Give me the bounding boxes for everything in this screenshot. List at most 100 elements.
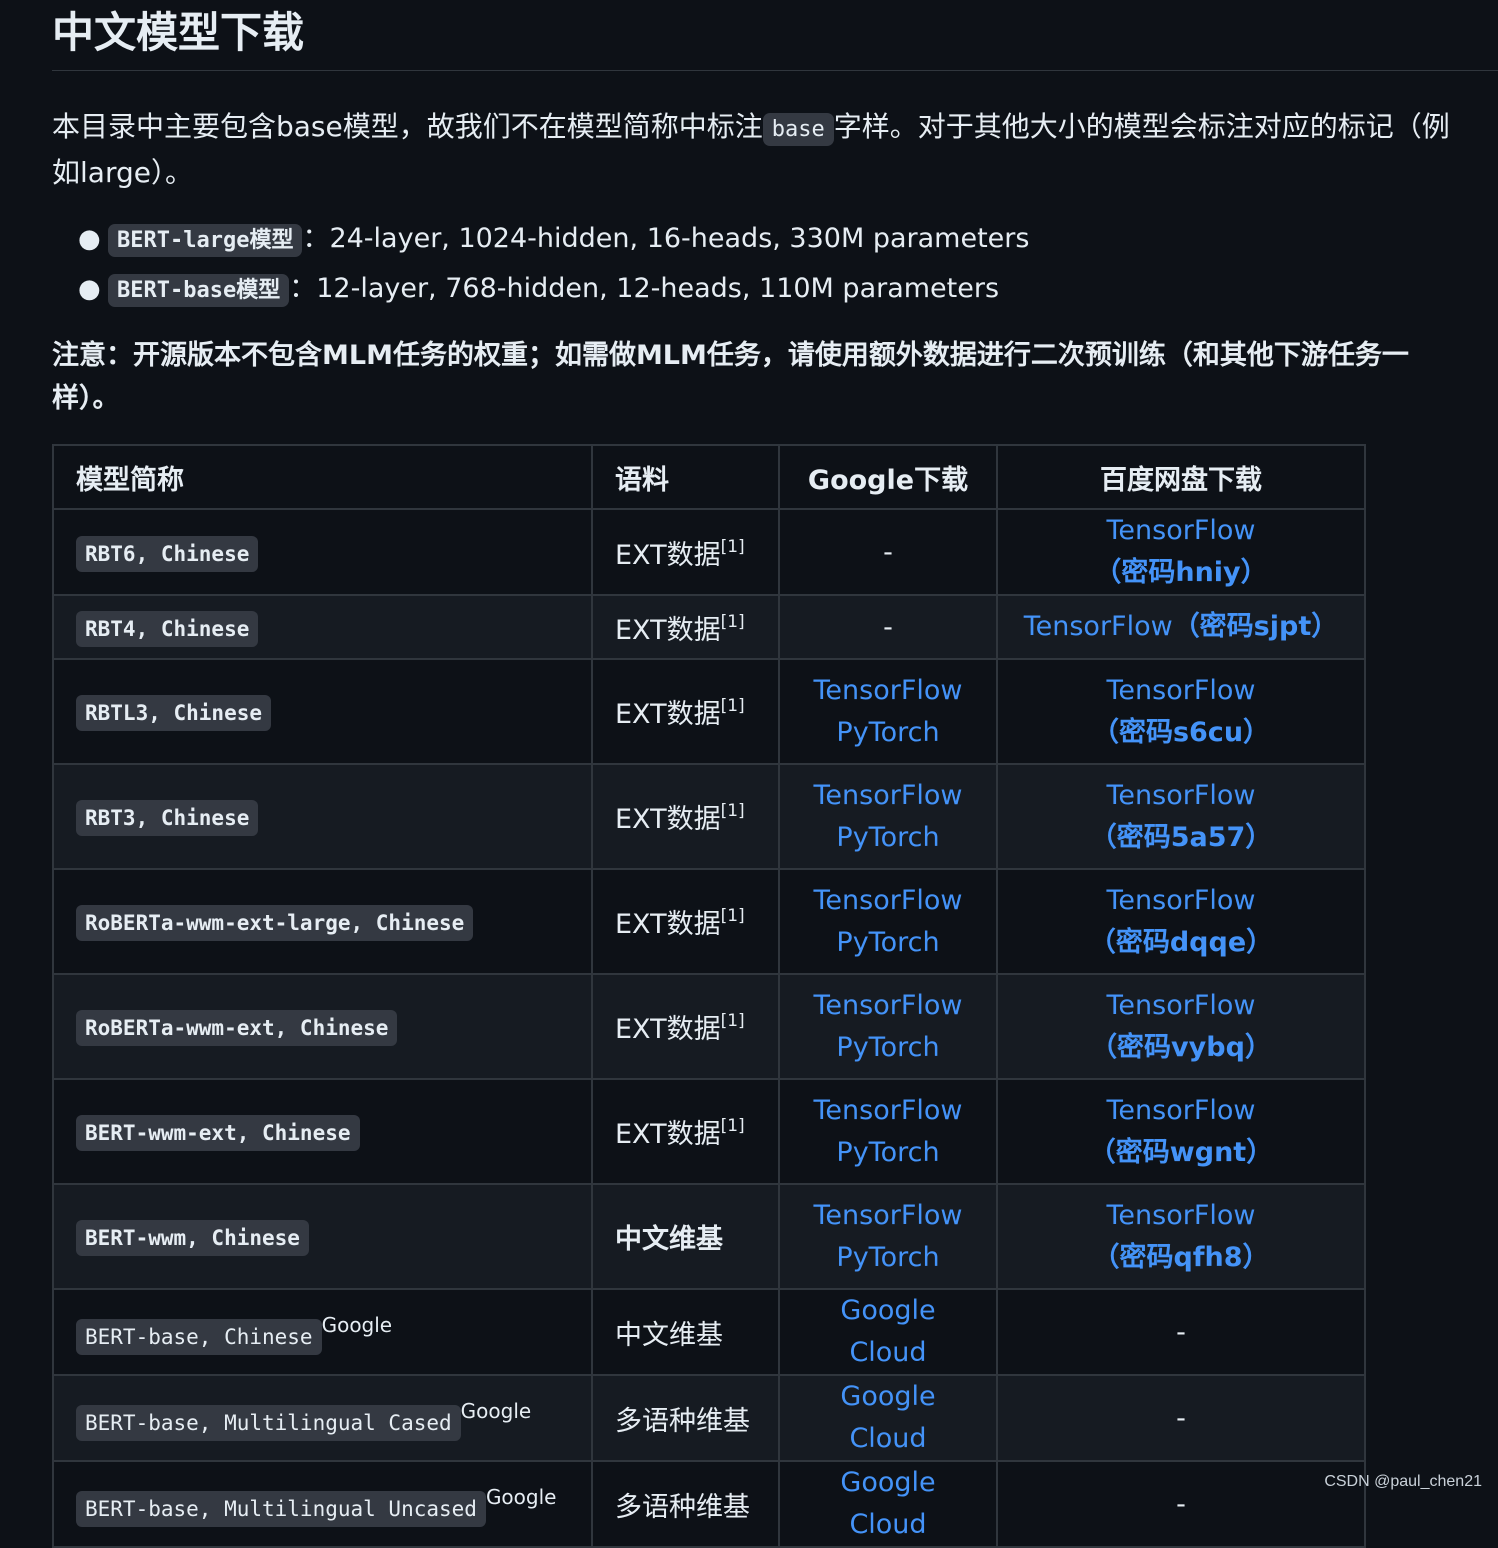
model-name-cell: BERT-wwm, Chinese (52, 1183, 593, 1290)
baidu-link-label: TensorFlow (1106, 779, 1256, 811)
corpus-cell: 中文维基 (591, 1288, 780, 1376)
baidu-tensorflow-link[interactable]: TensorFlow （密码dqqe） (1089, 885, 1273, 958)
google-pytorch-link[interactable]: PyTorch (802, 922, 974, 964)
google-pytorch-link[interactable]: PyTorch (802, 712, 974, 754)
header-baidu-download: 百度网盘下载 (996, 444, 1366, 510)
baidu-password: （密码vybq） (1090, 1031, 1272, 1063)
baidu-tensorflow-link[interactable]: TensorFlow （密码wgnt） (1089, 1095, 1273, 1168)
corpus-cell: EXT数据[1] (591, 508, 780, 596)
baidu-tensorflow-link[interactable]: TensorFlow（密码sjpt） (1024, 611, 1339, 642)
corpus-cell: EXT数据[1] (591, 1078, 780, 1185)
google-tensorflow-link[interactable]: TensorFlow (802, 985, 974, 1027)
corpus-text: EXT数据 (615, 614, 721, 646)
model-name-code: RBT4, Chinese (76, 610, 259, 647)
model-name-code: RoBERTa-wwm-ext-large, Chinese (76, 905, 474, 941)
google-pytorch-link[interactable]: PyTorch (802, 1132, 974, 1174)
google-source-sup: Google (485, 1485, 557, 1509)
readme-content: 中文模型下载 本目录中主要包含base模型，故我们不在模型简称中标注 base 字样… (52, 0, 1498, 420)
baidu-download-cell: TensorFlow（密码sjpt） (996, 594, 1366, 660)
footnote-ref[interactable]: [1] (721, 537, 745, 557)
google-pytorch-link[interactable]: PyTorch (802, 1027, 974, 1069)
google-tensorflow-link[interactable]: TensorFlow (802, 670, 974, 712)
model-name-cell: BERT-base, Multilingual Cased Google (52, 1374, 593, 1462)
baidu-download-cell: TensorFlow （密码qfh8） (996, 1183, 1366, 1290)
spec-code: BERT-large模型 (108, 224, 303, 257)
list-item: ● BERT-large模型 ：24-layer, 1024-hidden, 16-… (78, 214, 1498, 264)
footnote-ref[interactable]: [1] (721, 696, 745, 716)
baidu-download-cell: TensorFlow （密码dqqe） (996, 868, 1366, 975)
model-name-code: RBTL3, Chinese (76, 695, 272, 731)
model-download-table: 模型简称 语料 Google下载 百度网盘下载 RBT6, Chinese EX… (52, 444, 1366, 1548)
google-cloud-link[interactable]: Google Cloud (802, 1462, 974, 1546)
google-download-cell: TensorFlow PyTorch (778, 658, 998, 765)
baidu-password: （密码sjpt） (1172, 611, 1339, 642)
google-cloud-link[interactable]: Google Cloud (802, 1376, 974, 1460)
baidu-tensorflow-link[interactable]: TensorFlow （密码hniy） (1094, 515, 1267, 588)
baidu-password: （密码5a57） (1089, 821, 1273, 853)
model-name-cell: BERT-wwm-ext, Chinese (52, 1078, 593, 1185)
google-source-sup: Google (460, 1399, 532, 1423)
baidu-download-cell: TensorFlow （密码s6cu） (996, 658, 1366, 765)
google-tensorflow-link[interactable]: TensorFlow (802, 880, 974, 922)
model-spec-list: ● BERT-large模型 ：24-layer, 1024-hidden, 16-… (52, 214, 1498, 314)
baidu-password: （密码s6cu） (1091, 716, 1271, 748)
google-download-cell: TensorFlow PyTorch (778, 973, 998, 1080)
footnote-ref[interactable]: [1] (721, 1011, 745, 1031)
google-pytorch-link[interactable]: PyTorch (802, 817, 974, 859)
baidu-download-cell: TensorFlow （密码wgnt） (996, 1078, 1366, 1185)
spec-code: BERT-base模型 (108, 274, 290, 307)
bullet-icon: ● (78, 274, 101, 304)
google-download-cell: Google Cloud (778, 1288, 998, 1376)
table-row: RoBERTa-wwm-ext, Chinese EXT数据[1] Tensor… (52, 973, 1366, 1080)
table-row: BERT-base, Multilingual Cased Google 多语种维… (52, 1374, 1366, 1462)
baidu-link-label: TensorFlow (1106, 515, 1256, 546)
footnote-ref[interactable]: [1] (721, 1116, 745, 1136)
corpus-text: EXT数据 (615, 1014, 721, 1045)
google-tensorflow-link[interactable]: TensorFlow (802, 1090, 974, 1132)
corpus-cell: 中文维基 (591, 1183, 780, 1290)
table-row: BERT-base, Multilingual Uncased Google 多语… (52, 1460, 1366, 1548)
baidu-link-label: TensorFlow (1106, 989, 1256, 1021)
google-tensorflow-link[interactable]: TensorFlow (802, 775, 974, 817)
model-name-cell: RoBERTa-wwm-ext, Chinese (52, 973, 593, 1080)
baidu-tensorflow-link[interactable]: TensorFlow （密码vybq） (1090, 990, 1272, 1063)
model-name-cell: RBT6, Chinese (52, 508, 593, 596)
model-name-cell: RBT4, Chinese (52, 594, 593, 660)
table-row: BERT-wwm, Chinese 中文维基 TensorFlow PyTorch… (52, 1183, 1366, 1290)
intro-text-before: 本目录中主要包含base模型，故我们不在模型简称中标注 (52, 110, 763, 143)
baidu-tensorflow-link[interactable]: TensorFlow （密码s6cu） (1092, 675, 1270, 748)
model-name-cell: RoBERTa-wwm-ext-large, Chinese (52, 868, 593, 975)
inline-code-base: base (762, 113, 834, 146)
section-heading: 中文模型下载 (52, 0, 1498, 71)
table-row: BERT-base, Chinese Google 中文维基 Google Clo… (52, 1288, 1366, 1376)
baidu-tensorflow-link[interactable]: TensorFlow （密码5a57） (1090, 780, 1273, 853)
spec-text: ：12-layer, 768-hidden, 12-heads, 110M pa… (289, 273, 1000, 304)
footnote-ref[interactable]: [1] (721, 612, 745, 632)
google-cloud-link[interactable]: Google Cloud (802, 1290, 974, 1374)
baidu-link-label: TensorFlow (1106, 884, 1256, 916)
google-tensorflow-link[interactable]: TensorFlow (802, 1195, 974, 1237)
corpus-text: EXT数据 (615, 539, 721, 571)
table-row: RBT6, Chinese EXT数据[1] - TensorFlow （密码hn… (52, 508, 1366, 596)
corpus-text: EXT数据 (615, 699, 721, 730)
corpus-text: EXT数据 (615, 804, 721, 835)
header-google-download: Google下载 (778, 444, 998, 510)
google-source-sup: Google (321, 1313, 393, 1337)
baidu-download-cell: TensorFlow （密码5a57） (996, 763, 1366, 870)
mlm-note: 注意：开源版本不包含MLM任务的权重；如需做MLM任务，请使用额外数据进行二次预… (52, 340, 1409, 414)
footnote-ref[interactable]: [1] (721, 801, 745, 821)
model-name-cell: RBT3, Chinese (52, 763, 593, 870)
baidu-tensorflow-link[interactable]: TensorFlow （密码qfh8） (1092, 1200, 1269, 1273)
footnote-ref[interactable]: [1] (721, 906, 745, 926)
table-row: RBT4, Chinese EXT数据[1] - TensorFlow（密码sj… (52, 594, 1366, 660)
watermark: CSDN @paul_chen21 (1324, 1473, 1482, 1490)
header-model-name: 模型简称 (52, 444, 593, 510)
corpus-cell: EXT数据[1] (591, 868, 780, 975)
baidu-download-cell: - (996, 1460, 1366, 1548)
corpus-text: EXT数据 (615, 1119, 721, 1150)
model-name-cell: RBTL3, Chinese (52, 658, 593, 765)
baidu-password: （密码dqqe） (1088, 926, 1274, 958)
baidu-link-label: TensorFlow (1106, 1094, 1256, 1126)
model-name-code: BERT-base, Chinese (76, 1319, 322, 1355)
google-pytorch-link[interactable]: PyTorch (802, 1237, 974, 1279)
